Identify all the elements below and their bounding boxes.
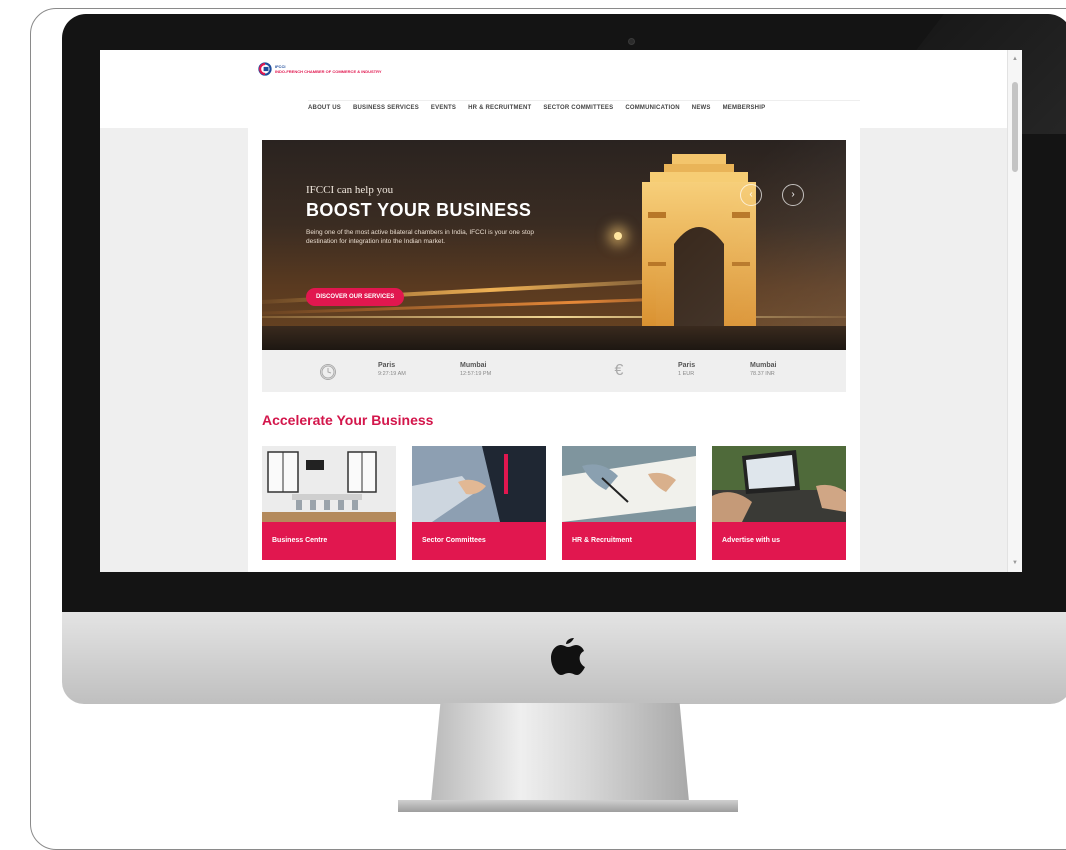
street-lamp: [614, 232, 622, 240]
time-currency-bar: Paris 9:27:19 AM Mumbai 12:57:19 PM € Pa…: [262, 350, 846, 392]
time-paris: Paris 9:27:19 AM: [378, 362, 406, 377]
site-logo[interactable]: IFCCI INDO-FRENCH CHAMBER OF COMMERCE & …: [258, 62, 382, 76]
card-label: Advertise with us: [712, 522, 846, 560]
scroll-up-icon[interactable]: ▲: [1012, 56, 1018, 62]
card-hr-recruitment[interactable]: HR & Recruitment: [562, 446, 696, 560]
time-mumbai: Mumbai 12:57:19 PM: [460, 362, 491, 377]
hero-banner: IFCCI can help you BOOST YOUR BUSINESS B…: [262, 140, 846, 350]
main-nav: ABOUT US BUSINESS SERVICES EVENTS HR & R…: [308, 100, 860, 111]
time-value: 9:27:19 AM: [378, 371, 406, 377]
euro-icon: €: [614, 362, 624, 379]
nav-item-news[interactable]: NEWS: [692, 105, 711, 111]
nav-item-communication[interactable]: COMMUNICATION: [625, 105, 679, 111]
handshake-image: [412, 446, 546, 522]
service-cards: Business Centre Sector Committees HR & R…: [262, 446, 846, 560]
page-scrollbar[interactable]: ▲ ▼: [1007, 50, 1022, 572]
rate-mumbai: Mumbai 78.37 INR: [750, 362, 776, 377]
card-image: [262, 446, 396, 522]
logo-text: IFCCI INDO-FRENCH CHAMBER OF COMMERCE & …: [275, 64, 382, 74]
hero-text-block: IFCCI can help you BOOST YOUR BUSINESS B…: [306, 184, 566, 246]
rate-city-label: Paris: [678, 362, 696, 369]
camera-icon: [628, 38, 635, 45]
ifcci-logo-icon: [258, 62, 272, 76]
hero-glare: [656, 140, 846, 350]
rate-value: 1 EUR: [678, 371, 695, 377]
hero-description: Being one of the most active bilateral c…: [306, 229, 534, 245]
browser-screen: IFCCI INDO-FRENCH CHAMBER OF COMMERCE & …: [100, 50, 1022, 572]
nav-item-hr-recruitment[interactable]: HR & RECRUITMENT: [468, 105, 531, 111]
rate-value: 78.37 INR: [750, 371, 775, 377]
hero-ground: [262, 326, 846, 350]
hero-kicker: IFCCI can help you: [306, 184, 394, 196]
nav-item-events[interactable]: EVENTS: [431, 105, 456, 111]
web-page: IFCCI INDO-FRENCH CHAMBER OF COMMERCE & …: [248, 50, 860, 572]
nav-item-about-us[interactable]: ABOUT US: [308, 105, 341, 111]
nav-item-membership[interactable]: MEMBERSHIP: [723, 105, 766, 111]
imac-stand: [430, 703, 690, 812]
signing-document-image: [562, 446, 696, 522]
time-city-label: Paris: [378, 362, 396, 369]
clock-icon: [320, 364, 336, 380]
discover-services-button[interactable]: DISCOVER OUR SERVICES: [306, 288, 405, 306]
logo-line-2: INDO-FRENCH CHAMBER OF COMMERCE & INDUST…: [275, 69, 382, 74]
card-label: Business Centre: [262, 522, 396, 560]
scroll-thumb[interactable]: [1012, 82, 1018, 172]
nav-item-sector-committees[interactable]: SECTOR COMMITTEES: [543, 105, 613, 111]
card-image: [712, 446, 846, 522]
carousel-next-icon[interactable]: ›: [782, 184, 804, 206]
card-label: Sector Committees: [412, 522, 546, 560]
scroll-down-icon[interactable]: ▼: [1012, 560, 1018, 566]
office-room-image: [262, 446, 396, 522]
time-value: 12:57:19 PM: [460, 371, 492, 377]
imac-stand-base: [398, 800, 738, 812]
card-image: [412, 446, 546, 522]
accelerate-section-title: Accelerate Your Business: [262, 412, 434, 428]
card-advertise[interactable]: Advertise with us: [712, 446, 846, 560]
card-business-centre[interactable]: Business Centre: [262, 446, 396, 560]
rate-paris: Paris 1 EUR: [678, 362, 695, 377]
card-label: HR & Recruitment: [562, 522, 696, 560]
nav-item-business-services[interactable]: BUSINESS SERVICES: [353, 105, 419, 111]
time-city-label: Mumbai: [460, 362, 487, 369]
apple-logo-icon: [551, 638, 585, 675]
laptop-meeting-image: [712, 446, 846, 522]
carousel-prev-icon[interactable]: ‹: [740, 184, 762, 206]
rate-city-label: Mumbai: [750, 362, 777, 369]
card-sector-committees[interactable]: Sector Committees: [412, 446, 546, 560]
card-image: [562, 446, 696, 522]
hero-title: BOOST YOUR BUSINESS: [306, 200, 532, 220]
